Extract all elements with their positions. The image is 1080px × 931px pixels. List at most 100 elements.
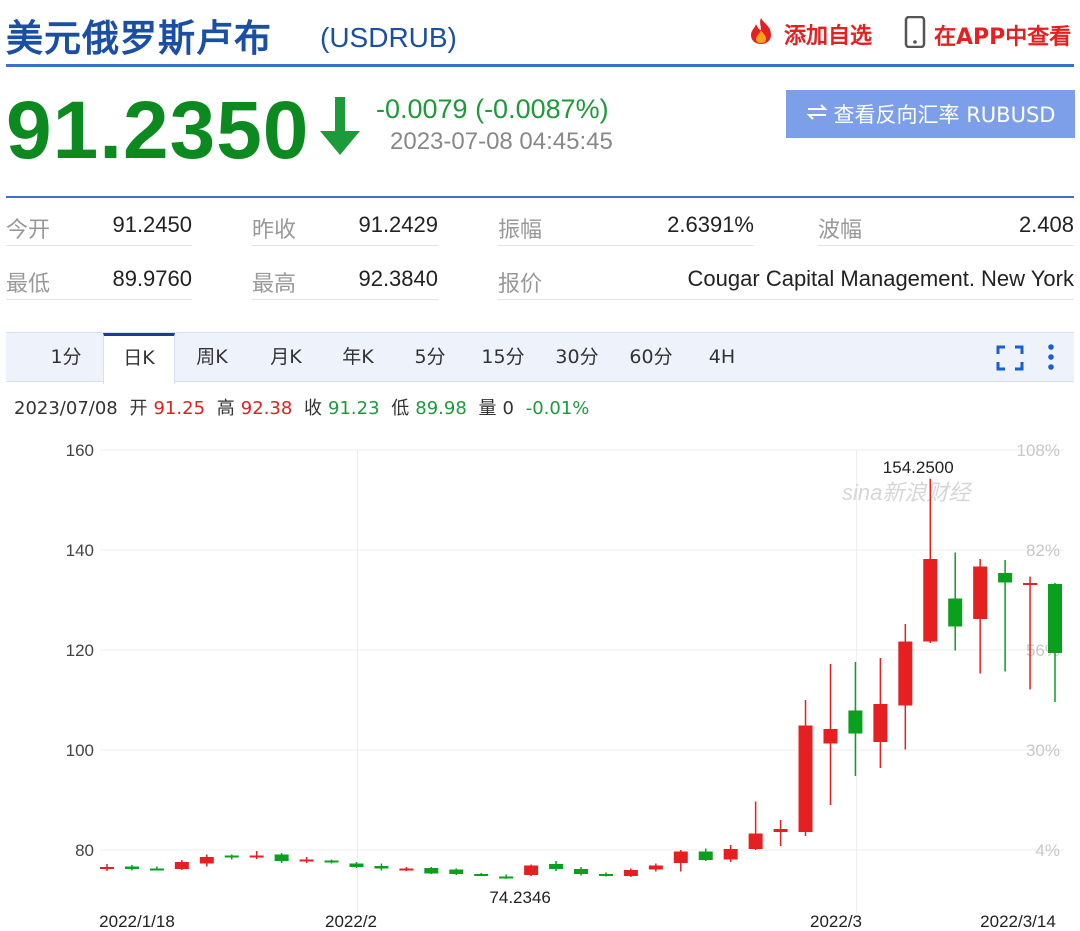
fullscreen-icon[interactable]: [996, 345, 1024, 376]
candle-body: [873, 704, 888, 742]
tab-1min[interactable]: 1分: [36, 333, 96, 383]
tab-monthly-k[interactable]: 月K: [256, 333, 316, 383]
candle-body: [723, 849, 738, 860]
stat-value: Cougar Capital Management. New York: [687, 266, 1074, 291]
price-change: -0.0079 (-0.0087%): [376, 94, 609, 124]
current-price: 91.2350: [6, 85, 310, 176]
ohlc-close: 91.23: [328, 398, 380, 419]
ohlc-volume-label: 量: [478, 398, 497, 419]
quote-divider: [6, 196, 1074, 198]
candle-body: [598, 874, 613, 876]
x-tick-label: 2022/3/14: [980, 912, 1056, 931]
stat-value: 91.2429: [358, 212, 438, 237]
min-price-label: 74.2346: [489, 888, 550, 907]
candle-body: [299, 859, 314, 862]
stat-high: 最高 92.3840: [252, 254, 438, 300]
candle-body: [524, 865, 539, 875]
tab-yearly-k[interactable]: 年K: [328, 333, 388, 383]
candle-body: [149, 868, 164, 871]
reverse-rate-button[interactable]: 查看反向汇率 RUBUSD: [786, 90, 1075, 138]
candle-body: [648, 865, 663, 870]
stat-range: 波幅 2.408: [818, 200, 1074, 246]
page-header: 美元俄罗斯卢布 (USDRUB) 添加自选 在APP中查看: [0, 0, 1080, 68]
tab-30min[interactable]: 30分: [544, 333, 610, 383]
y-tick-label: 100: [66, 741, 94, 760]
tab-60min[interactable]: 60分: [618, 333, 684, 383]
more-options-icon[interactable]: [1046, 343, 1056, 378]
stat-value: 91.2450: [112, 212, 192, 237]
period-tabs: 1分 日K 周K 月K 年K 5分 15分 30分 60分 4H: [6, 332, 1074, 384]
tab-weekly-k[interactable]: 周K: [182, 333, 242, 383]
stat-label: 波幅: [818, 218, 863, 243]
reverse-rate-label: 查看反向汇率 RUBUSD: [833, 103, 1056, 127]
candle-body: [424, 868, 439, 874]
view-in-app-label: 在APP中查看: [934, 24, 1072, 50]
view-in-app-button[interactable]: 在APP中查看: [904, 15, 1072, 53]
stats-row-1: 今开 91.2450 昨收 91.2429 振幅 2.6391% 波幅 2.40…: [0, 200, 1080, 254]
stat-label: 昨收: [252, 218, 297, 243]
candle-body: [549, 864, 564, 869]
y-tick-label: 160: [66, 441, 94, 460]
candle-body: [998, 573, 1013, 583]
x-tick-label: 2022/3: [810, 912, 862, 931]
candle-body: [224, 855, 239, 858]
candle-body: [274, 854, 289, 861]
ohlc-high: 92.38: [240, 398, 293, 419]
ohlc-open-label: 开: [129, 398, 148, 419]
phone-icon: [904, 15, 926, 53]
stat-label: 报价: [498, 272, 543, 297]
stat-label: 今开: [6, 218, 51, 243]
stat-value: 92.3840: [358, 266, 438, 291]
y-tick-label: 80: [75, 841, 94, 860]
flame-icon: [744, 16, 778, 51]
tab-5min[interactable]: 5分: [400, 333, 460, 383]
tab-15min[interactable]: 15分: [470, 333, 536, 383]
stats-row-2: 最低 89.9760 最高 92.3840 报价 Cougar Capital …: [0, 254, 1080, 308]
tab-4h[interactable]: 4H: [692, 333, 752, 383]
x-tick-label: 2022/2: [325, 912, 377, 931]
quote-timestamp: 2023-07-08 04:45:45: [390, 128, 613, 155]
y-tick-label: 140: [66, 541, 94, 560]
stat-label: 振幅: [498, 218, 543, 243]
add-favorite-label: 添加自选: [784, 23, 873, 49]
ohlc-high-label: 高: [216, 398, 235, 419]
candle-body: [499, 876, 514, 879]
candle-body: [349, 863, 364, 867]
candle-body: [324, 860, 339, 863]
stat-value: 2.6391%: [667, 212, 754, 237]
right-tick-label: 82%: [1026, 541, 1060, 560]
candle-body: [1048, 584, 1062, 653]
candle-body: [199, 857, 214, 864]
ohlc-close-label: 收: [304, 398, 323, 419]
stat-value: 2.408: [1018, 212, 1074, 237]
swap-icon: [806, 102, 828, 126]
ohlc-volume: 0: [502, 398, 514, 419]
stat-low: 最低 89.9760: [6, 254, 192, 300]
ohlc-summary: 2023/07/08 开 91.25 高 92.38 收 91.23 低 89.98 量…: [14, 394, 595, 420]
candle-body: [623, 870, 638, 876]
candle-body: [823, 729, 838, 744]
stat-quote-source: 报价 Cougar Capital Management. New York: [498, 254, 1074, 300]
candlestick-chart[interactable]: 80100120140160 108%82%56%30%4%sina新浪财经154…: [0, 430, 1080, 931]
candle-body: [1023, 583, 1038, 585]
currency-symbol: (USDRUB): [320, 22, 457, 53]
candle-body: [124, 866, 139, 869]
add-favorite-button[interactable]: 添加自选: [744, 16, 872, 51]
page-title: 美元俄罗斯卢布: [6, 17, 272, 60]
candle-body: [249, 855, 264, 858]
candle-body: [898, 641, 913, 706]
candle-body: [100, 867, 114, 869]
candle-body: [174, 862, 189, 869]
candle-body: [449, 869, 464, 874]
right-tick-label: 4%: [1035, 841, 1060, 860]
max-price-label: 154.2500: [883, 458, 954, 477]
candle-body: [773, 829, 788, 832]
tab-daily-k[interactable]: 日K: [103, 333, 175, 384]
candle-body: [574, 869, 588, 874]
ohlc-date: 2023/07/08: [14, 398, 118, 419]
candle-body: [474, 874, 489, 876]
stat-label: 最高: [252, 272, 297, 297]
stat-amplitude: 振幅 2.6391%: [498, 200, 754, 246]
right-tick-label: 108%: [1017, 441, 1060, 460]
candle-body: [374, 866, 389, 869]
